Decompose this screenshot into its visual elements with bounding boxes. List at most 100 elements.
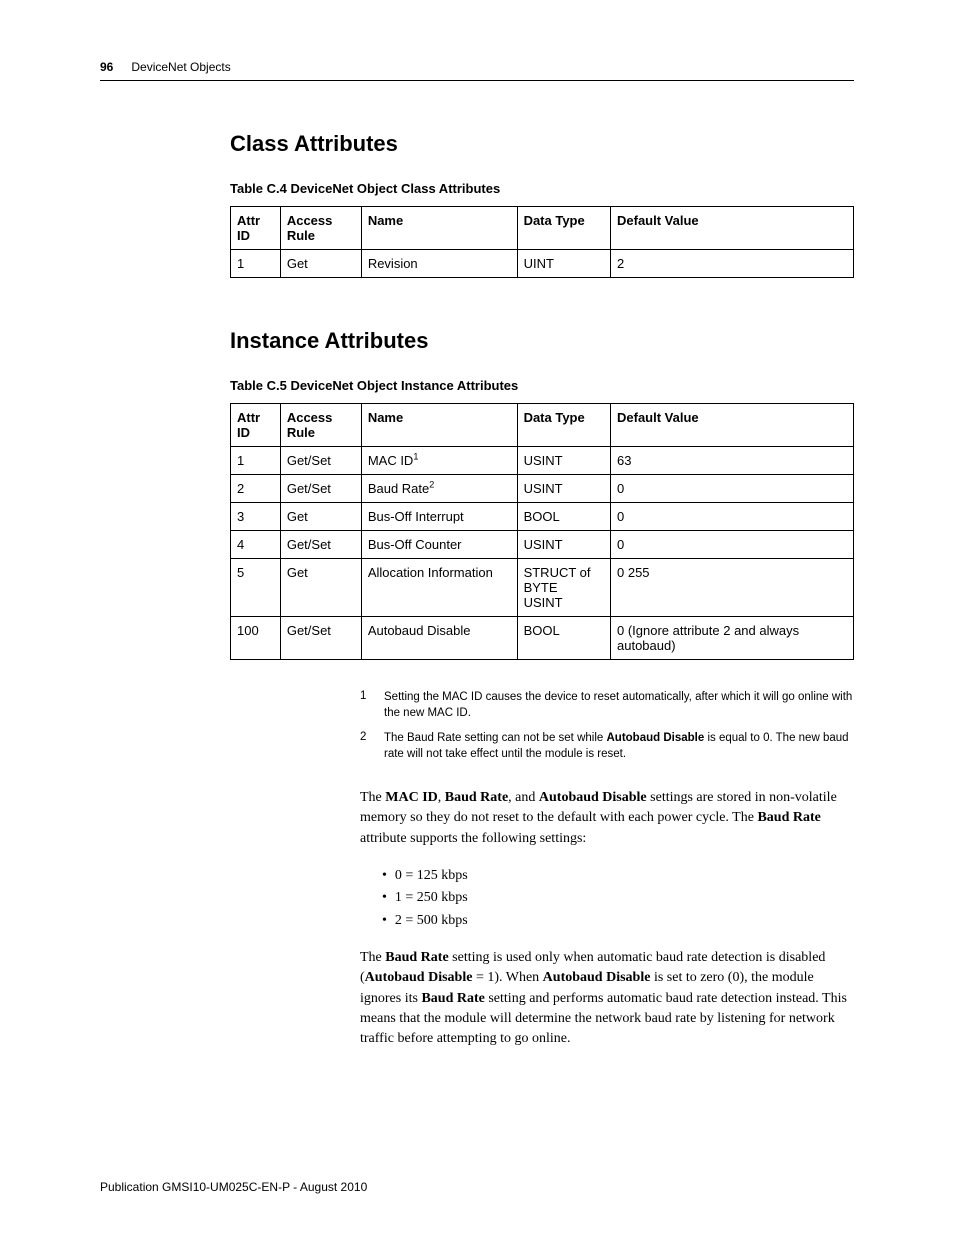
cell-default: 0 — [611, 475, 854, 503]
cell-attr-id: 5 — [231, 559, 281, 617]
bullet-icon: • — [382, 865, 387, 887]
cell-dtype: USINT — [517, 475, 610, 503]
text: attribute supports the following setting… — [360, 831, 586, 846]
footnote-text-part: The Baud Rate setting can not be set whi… — [384, 732, 606, 744]
cell-name: Baud Rate2 — [361, 475, 517, 503]
col-access-rule: Access Rule — [280, 404, 361, 447]
cell-name: Autobaud Disable — [361, 617, 517, 660]
superscript: 2 — [429, 480, 434, 490]
table-c5-caption: Table C.5 DeviceNet Object Instance Attr… — [230, 378, 854, 393]
cell-attr-id: 2 — [231, 475, 281, 503]
class-attributes-heading: Class Attributes — [230, 131, 854, 157]
cell-name: MAC ID1 — [361, 447, 517, 475]
footnote-1: 1 Setting the MAC ID causes the device t… — [360, 690, 854, 721]
cell-name: Revision — [361, 250, 517, 278]
bullet-icon: • — [382, 910, 387, 932]
footnote-text: Setting the MAC ID causes the device to … — [384, 690, 854, 721]
cell-attr-id: 100 — [231, 617, 281, 660]
cell-default: 63 — [611, 447, 854, 475]
cell-access: Get/Set — [280, 475, 361, 503]
col-attr-id: Attr ID — [231, 404, 281, 447]
list-item: • 1 = 250 kbps — [382, 887, 854, 909]
cell-access: Get/Set — [280, 531, 361, 559]
paragraph-1: The MAC ID, Baud Rate, and Autobaud Disa… — [360, 788, 854, 849]
table-row: 3GetBus-Off InterruptBOOL0 — [231, 503, 854, 531]
cell-access: Get — [280, 250, 361, 278]
footnote-number: 2 — [360, 731, 370, 762]
instance-attributes-heading: Instance Attributes — [230, 328, 854, 354]
cell-access: Get/Set — [280, 447, 361, 475]
cell-dtype: UINT — [517, 250, 610, 278]
bold-text: Autobaud Disable — [539, 790, 647, 805]
list-item-text: 0 = 125 kbps — [395, 865, 468, 887]
bold-text: Baud Rate — [421, 991, 484, 1006]
publication-footer: Publication GMSI10-UM025C-EN-P - August … — [100, 1180, 854, 1194]
table-c4-caption: Table C.4 DeviceNet Object Class Attribu… — [230, 181, 854, 196]
table-row: 2Get/SetBaud Rate2USINT0 — [231, 475, 854, 503]
footnote-number: 1 — [360, 690, 370, 721]
cell-dtype: BOOL — [517, 617, 610, 660]
page-topic: DeviceNet Objects — [131, 60, 230, 74]
cell-default: 2 — [611, 250, 854, 278]
list-item-text: 1 = 250 kbps — [395, 887, 468, 909]
footnote-2: 2 The Baud Rate setting can not be set w… — [360, 731, 854, 762]
table-row: 4Get/SetBus-Off CounterUSINT0 — [231, 531, 854, 559]
col-data-type: Data Type — [517, 404, 610, 447]
footnotes: 1 Setting the MAC ID causes the device t… — [360, 690, 854, 762]
text: , and — [508, 790, 539, 805]
table-row: 5GetAllocation InformationSTRUCT ofBYTEU… — [231, 559, 854, 617]
cell-attr-id: 1 — [231, 250, 281, 278]
footnote-text: The Baud Rate setting can not be set whi… — [384, 731, 854, 762]
col-data-type: Data Type — [517, 207, 610, 250]
cell-dtype: STRUCT ofBYTEUSINT — [517, 559, 610, 617]
col-access-rule: Access Rule — [280, 207, 361, 250]
page-header: 96 DeviceNet Objects — [100, 60, 854, 81]
cell-default: 0 255 — [611, 559, 854, 617]
list-item: • 0 = 125 kbps — [382, 865, 854, 887]
table-header-row: Attr ID Access Rule Name Data Type Defau… — [231, 207, 854, 250]
cell-access: Get — [280, 559, 361, 617]
paragraph-2: The Baud Rate setting is used only when … — [360, 948, 854, 1049]
bold-text: Autobaud Disable — [365, 970, 473, 985]
text: The — [360, 790, 385, 805]
col-default-value: Default Value — [611, 404, 854, 447]
bold-text: Autobaud Disable — [543, 970, 651, 985]
footnote-bold: Autobaud Disable — [606, 732, 704, 744]
text: , — [438, 790, 445, 805]
cell-name: Bus-Off Interrupt — [361, 503, 517, 531]
bold-text: MAC ID — [385, 790, 438, 805]
col-name: Name — [361, 404, 517, 447]
list-item: • 2 = 500 kbps — [382, 910, 854, 932]
bold-text: Baud Rate — [445, 790, 508, 805]
cell-default: 0 — [611, 503, 854, 531]
bold-text: Baud Rate — [757, 810, 820, 825]
text: = 1). When — [472, 970, 542, 985]
cell-name: Bus-Off Counter — [361, 531, 517, 559]
col-attr-id: Attr ID — [231, 207, 281, 250]
cell-default: 0 (Ignore attribute 2 and always autobau… — [611, 617, 854, 660]
cell-default: 0 — [611, 531, 854, 559]
superscript: 1 — [413, 452, 418, 462]
text: The — [360, 950, 385, 965]
table-row: 1Get/SetMAC ID1USINT63 — [231, 447, 854, 475]
cell-dtype: BOOL — [517, 503, 610, 531]
cell-attr-id: 3 — [231, 503, 281, 531]
table-header-row: Attr ID Access Rule Name Data Type Defau… — [231, 404, 854, 447]
cell-access: Get/Set — [280, 617, 361, 660]
table-row: 1 Get Revision UINT 2 — [231, 250, 854, 278]
cell-name: Allocation Information — [361, 559, 517, 617]
cell-attr-id: 4 — [231, 531, 281, 559]
cell-dtype: USINT — [517, 447, 610, 475]
cell-attr-id: 1 — [231, 447, 281, 475]
bullet-icon: • — [382, 887, 387, 909]
table-c4: Attr ID Access Rule Name Data Type Defau… — [230, 206, 854, 278]
baud-rate-list: • 0 = 125 kbps • 1 = 250 kbps • 2 = 500 kbp… — [382, 865, 854, 932]
table-row: 100Get/SetAutobaud DisableBOOL0 (Ignore … — [231, 617, 854, 660]
table-c5: Attr ID Access Rule Name Data Type Defau… — [230, 403, 854, 660]
cell-access: Get — [280, 503, 361, 531]
col-default-value: Default Value — [611, 207, 854, 250]
page-number: 96 — [100, 60, 113, 74]
list-item-text: 2 = 500 kbps — [395, 910, 468, 932]
bold-text: Baud Rate — [385, 950, 448, 965]
col-name: Name — [361, 207, 517, 250]
